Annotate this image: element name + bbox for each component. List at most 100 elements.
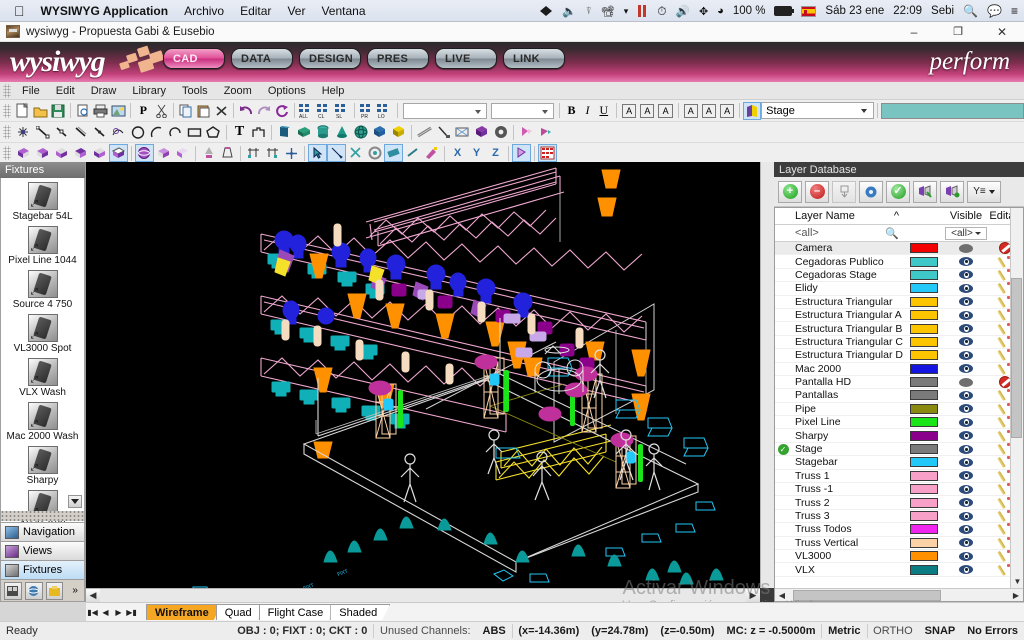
sphere-icon[interactable]	[351, 123, 370, 141]
text-fit-icon[interactable]: A	[701, 103, 717, 118]
battery-charging-icon[interactable]	[774, 6, 795, 16]
layer-visible-cell[interactable]	[945, 350, 987, 360]
layer-visible-cell[interactable]	[945, 471, 987, 481]
maximize-button[interactable]: ❐	[936, 25, 980, 38]
color-swatch[interactable]	[910, 430, 938, 441]
macos-menu-archivo[interactable]: Archivo	[184, 4, 224, 18]
table-row[interactable]: Truss Vertical	[775, 536, 1023, 550]
layer-name-cell[interactable]: Estructura Triangular	[791, 296, 903, 308]
select-sl-icon[interactable]: SL	[333, 102, 351, 120]
cut-icon[interactable]	[152, 102, 170, 120]
layer-color-cell[interactable]	[903, 390, 945, 401]
visible-filter-combo[interactable]: <all>	[945, 226, 987, 240]
align-right-icon[interactable]: A	[658, 103, 673, 118]
view-top-icon[interactable]	[90, 144, 109, 162]
print-preview-icon[interactable]	[74, 102, 92, 120]
close-button[interactable]: ✕	[980, 25, 1024, 39]
eye-visible-icon[interactable]	[959, 350, 973, 360]
library-icon[interactable]	[4, 581, 22, 600]
browser-icon[interactable]	[24, 581, 43, 600]
eye-visible-icon[interactable]	[959, 283, 973, 293]
eye-visible-icon[interactable]	[959, 324, 973, 334]
eye-visible-icon[interactable]	[959, 297, 973, 307]
last-icon[interactable]: ▶▮	[125, 605, 138, 619]
toolbar-draw-grip[interactable]	[3, 125, 11, 139]
layer-selector-combo[interactable]: Stage	[761, 102, 875, 119]
text-rotate-icon[interactable]: A	[720, 103, 735, 118]
color-swatch[interactable]	[910, 484, 938, 495]
layer-name-cell[interactable]: Mac 2000	[791, 363, 903, 375]
select-pr-icon[interactable]: PR	[358, 102, 376, 120]
polygon-icon[interactable]	[204, 123, 223, 141]
pause-icon[interactable]	[637, 5, 648, 17]
beam-tool-icon[interactable]	[218, 144, 237, 162]
layer-visible-cell[interactable]	[945, 498, 987, 508]
layer-visible-cell[interactable]	[945, 337, 987, 347]
toolbar-view-grip[interactable]	[3, 146, 11, 160]
color-swatch[interactable]	[910, 511, 938, 521]
macos-menu-ver[interactable]: Ver	[287, 4, 305, 18]
layer-color-cell[interactable]	[903, 403, 945, 414]
table-row[interactable]: Cegadoras Publico	[775, 255, 1023, 269]
multiline-icon[interactable]	[71, 123, 90, 141]
color-swatch[interactable]	[910, 390, 938, 401]
layer-color-cell[interactable]	[903, 537, 945, 548]
layer-color-cell[interactable]	[903, 243, 945, 254]
select-cl-icon[interactable]: CL	[316, 102, 334, 120]
view-iso-icon[interactable]	[109, 144, 128, 162]
axis-y-button[interactable]: Y	[467, 144, 486, 162]
color-swatch[interactable]	[910, 350, 938, 361]
sidebar-item-views[interactable]: Views	[0, 542, 85, 561]
color-swatch[interactable]	[910, 243, 938, 254]
layer-name-cell[interactable]: Truss 1	[791, 470, 903, 482]
rectangle-icon[interactable]	[185, 123, 204, 141]
layer-grid-rows[interactable]: Camera Cegadoras Publico Cegadoras Stage El…	[775, 242, 1023, 601]
truss-icon[interactable]	[415, 123, 434, 141]
segment-icon[interactable]	[90, 123, 109, 141]
scrollbar-thumb[interactable]	[793, 590, 941, 601]
eye-visible-icon[interactable]	[959, 431, 973, 441]
color-swatch[interactable]	[910, 524, 938, 535]
table-row[interactable]: Truss 1	[775, 469, 1023, 484]
fixtures-list[interactable]: Stagebar 54L Pixel Line 1044 Source 4 75…	[0, 178, 85, 523]
layer-color-cell[interactable]	[903, 256, 945, 267]
arc-icon[interactable]	[147, 123, 166, 141]
layer-visible-cell[interactable]	[945, 377, 987, 387]
bluetooth-icon[interactable]: ✥	[699, 0, 708, 22]
toolbar-grip[interactable]	[3, 103, 11, 118]
line-icon[interactable]	[33, 123, 52, 141]
table-row[interactable]: Mac 2000	[775, 362, 1023, 376]
text-icon[interactable]: T	[230, 123, 249, 141]
eye-visible-icon[interactable]	[959, 538, 973, 548]
zoom-tool-icon[interactable]	[384, 144, 403, 162]
eye-hidden-icon[interactable]	[959, 377, 973, 387]
tab-shaded[interactable]: Shaded	[330, 604, 390, 620]
layer-color-cell[interactable]	[903, 283, 945, 294]
spanish-flag-icon[interactable]	[801, 5, 817, 17]
layer-name-cell[interactable]: Elidy	[791, 282, 903, 294]
layer-color-cell[interactable]	[903, 417, 945, 428]
color-swatch[interactable]	[910, 417, 938, 428]
layer-name-cell[interactable]: Pipe	[791, 403, 903, 415]
layer-color-cell[interactable]	[903, 470, 945, 481]
curve-icon[interactable]	[166, 123, 185, 141]
layer-visible-cell[interactable]	[945, 417, 987, 427]
layer-name-cell[interactable]: Cegadoras Publico	[791, 256, 903, 268]
focus-icon[interactable]	[244, 144, 263, 162]
layer-visible-cell[interactable]	[945, 524, 987, 534]
align-left-icon[interactable]: A	[622, 103, 637, 118]
layer-name-cell[interactable]: Truss Vertical	[791, 537, 903, 549]
tab-wireframe[interactable]: Wireframe	[146, 604, 222, 620]
color-swatch[interactable]	[910, 310, 938, 321]
color-swatch[interactable]	[910, 256, 938, 267]
table-row[interactable]: Estructura Triangular A	[775, 309, 1023, 323]
more-icon[interactable]: »	[66, 582, 84, 600]
set-active-layer-button[interactable]: ✓	[886, 180, 910, 203]
filter-button[interactable]: Y≡	[967, 180, 1001, 203]
table-row[interactable]: Estructura Triangular B	[775, 322, 1023, 336]
apple-icon[interactable]: 	[14, 4, 25, 18]
eye-visible-icon[interactable]	[959, 498, 973, 508]
extrude-icon[interactable]	[370, 123, 389, 141]
layer-color-cell[interactable]	[903, 336, 945, 347]
list-item[interactable]: VLX Wash	[1, 354, 84, 398]
